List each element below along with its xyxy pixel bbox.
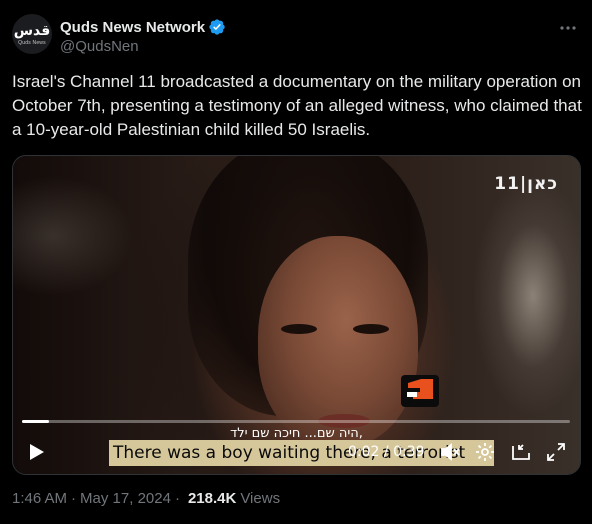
video-player[interactable]: 11|כאן היה שם... חיכה שם ילד, There was …: [12, 155, 581, 475]
settings-gear-icon[interactable]: [474, 441, 496, 463]
progress-bar[interactable]: [22, 420, 570, 423]
duration: 0:39: [393, 444, 425, 460]
channel-logo: 11|כאן: [494, 174, 558, 194]
meta-separator: ·: [71, 490, 77, 507]
time-display: 0:02 / 0:39: [348, 444, 425, 460]
video-controls: 0:02 / 0:39: [13, 436, 580, 470]
tweet-time[interactable]: 1:46 AM: [12, 490, 67, 507]
avatar-logo-text: قدس: [13, 23, 51, 39]
display-name[interactable]: Quds News Network: [60, 19, 205, 36]
views-label: Views: [240, 490, 281, 507]
video-still-eye-left: [281, 324, 317, 334]
fullscreen-icon[interactable]: [545, 441, 567, 463]
picture-in-picture-icon[interactable]: [510, 441, 532, 463]
meta-separator: ·: [174, 490, 180, 507]
tweet-date[interactable]: May 17, 2024: [80, 490, 171, 507]
tweet-meta: 1:46 AM · May 17, 2024 · 218.4K Views: [12, 490, 280, 507]
more-options-icon[interactable]: [558, 18, 578, 38]
name-row: Quds News Network: [60, 17, 226, 37]
current-time: 0:02: [348, 444, 380, 460]
verified-badge-icon: [209, 19, 225, 35]
time-separator: /: [379, 444, 394, 460]
volume-muted-icon[interactable]: [439, 441, 461, 463]
progress-bar-fill: [22, 420, 50, 423]
handle[interactable]: @QudsNen: [60, 38, 139, 55]
broadcaster-bug-logo: [401, 375, 439, 407]
avatar[interactable]: قدس Quds News: [12, 14, 52, 54]
video-still-eye-right: [353, 324, 389, 334]
tweet-header: قدس Quds News Quds News Network @QudsNen: [12, 14, 580, 62]
views-count: 218.4K: [187, 490, 237, 507]
avatar-logo-subtext: Quds News: [18, 40, 46, 46]
tweet-text: Israel's Channel 11 broadcasted a docume…: [12, 72, 582, 139]
play-icon[interactable]: [25, 441, 47, 463]
